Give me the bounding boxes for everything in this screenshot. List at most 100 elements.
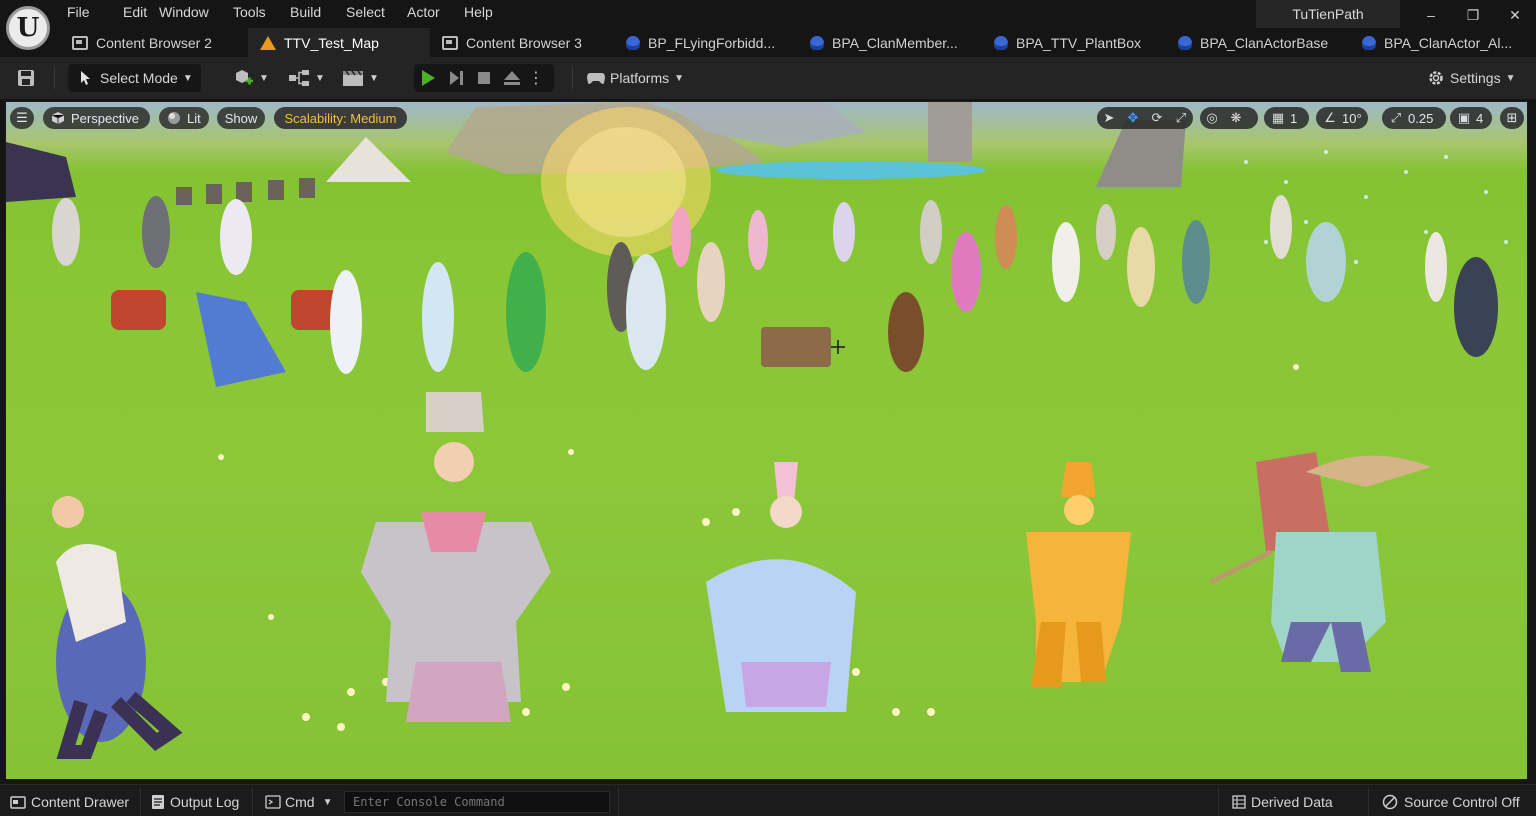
play-options-icon[interactable]: ⋮ xyxy=(526,64,546,92)
perspective-label: Perspective xyxy=(71,110,139,126)
derived-data-icon xyxy=(1232,795,1246,809)
scale-arrow-icon: ⤢ xyxy=(1390,110,1402,125)
add-cube-icon xyxy=(236,70,253,85)
blueprint-icon xyxy=(1362,35,1376,50)
status-divider xyxy=(140,787,141,815)
output-log-label: Output Log xyxy=(170,794,240,810)
select-mode-dropdown[interactable]: Select Mode ▼ xyxy=(68,64,201,92)
tab-label: BPA_TTV_PlantBox xyxy=(1016,34,1142,51)
level-map-icon xyxy=(260,35,276,50)
menu-select[interactable]: Select xyxy=(346,4,407,20)
tab-label: BP_FLyingForbidd... xyxy=(648,34,776,51)
toolbar-divider xyxy=(572,67,573,89)
menu-file[interactable]: File xyxy=(67,4,123,20)
chevron-down-icon: ▼ xyxy=(259,72,269,84)
step-icon[interactable] xyxy=(442,64,470,92)
blueprint-graph-icon xyxy=(289,70,309,86)
grid-snap-toggle[interactable]: ▦ 1 xyxy=(1264,107,1309,129)
platforms-dropdown[interactable]: Platforms ▼ xyxy=(586,64,684,92)
derived-data-button[interactable]: Derived Data xyxy=(1232,793,1333,811)
chevron-down-icon: ▼ xyxy=(315,72,325,84)
camera-speed-button[interactable]: ▣ 4 xyxy=(1450,107,1492,129)
transform-tools: ➤ ✥ ⟳ ⤢ xyxy=(1097,107,1193,129)
show-flags-button[interactable]: Show xyxy=(217,107,265,129)
viewport-menu-icon[interactable]: ☰ xyxy=(10,107,34,129)
viewport-layout-icon[interactable]: ⊞ xyxy=(1500,107,1524,129)
blueprint-icon xyxy=(1178,35,1192,50)
tab-bpa-clan-actor-al[interactable]: BPA_ClanActor_Al... xyxy=(1350,28,1536,57)
menu-tools[interactable]: Tools xyxy=(233,4,290,20)
play-controls: ⋮ xyxy=(414,64,554,92)
scale-snap-toggle[interactable]: ⤢ 0.25 xyxy=(1382,107,1446,129)
play-icon[interactable] xyxy=(414,64,442,92)
grid-icon: ▦ xyxy=(1271,110,1285,125)
tab-bpa-clan-member[interactable]: BPA_ClanMember... xyxy=(798,28,982,57)
tab-bpa-clan-actor-base[interactable]: BPA_ClanActorBase xyxy=(1166,28,1350,57)
settings-label: Settings xyxy=(1450,70,1501,86)
scale-icon[interactable]: ⤢ xyxy=(1169,107,1193,129)
platforms-label: Platforms xyxy=(610,70,670,86)
menu-build[interactable]: Build xyxy=(290,4,346,20)
select-cursor-icon[interactable]: ➤ xyxy=(1097,107,1121,129)
title-bar: U File Edit Window Tools Build Select Ac… xyxy=(0,0,1536,50)
translate-icon[interactable]: ✥ xyxy=(1121,107,1145,129)
cube-icon xyxy=(51,112,65,124)
save-icon[interactable] xyxy=(16,64,36,92)
level-viewport[interactable]: ☰ Perspective Lit Show Scalability: Medi… xyxy=(5,101,1528,780)
menu-help[interactable]: Help xyxy=(464,4,504,20)
unreal-logo-icon[interactable]: U xyxy=(6,6,50,50)
lit-sphere-icon xyxy=(168,112,180,124)
menu-edit[interactable]: Edit xyxy=(123,4,159,20)
coordinate-tools: ◎ ❋ xyxy=(1200,107,1258,129)
minimize-icon[interactable]: – xyxy=(1422,6,1440,24)
perspective-button[interactable]: Perspective xyxy=(43,107,150,129)
editor-tabs: Content Browser 2 TTV_Test_Map Content B… xyxy=(56,28,1536,57)
main-toolbar: Select Mode ▼ ▼ ▼ ▼ ⋮ Platforms ▼ Settin… xyxy=(0,57,1536,99)
scene-illustration xyxy=(6,102,1508,759)
tab-ttv-test-map[interactable]: TTV_Test_Map xyxy=(248,28,430,57)
chevron-down-icon: ▼ xyxy=(182,72,193,84)
source-control-button[interactable]: Source Control Off xyxy=(1382,793,1520,811)
tab-content-browser-2[interactable]: Content Browser 2 xyxy=(56,28,248,57)
menu-window[interactable]: Window xyxy=(159,4,233,20)
content-drawer-label: Content Drawer xyxy=(31,794,130,810)
restore-icon[interactable]: ❐ xyxy=(1464,6,1482,24)
scale-snap-value: 0.25 xyxy=(1408,110,1434,126)
view-mode-lit-button[interactable]: Lit xyxy=(159,107,209,129)
menu-actor[interactable]: Actor xyxy=(407,4,464,20)
content-drawer-button[interactable]: Content Drawer xyxy=(10,793,129,811)
rotate-icon[interactable]: ⟳ xyxy=(1145,107,1169,129)
surface-snap-icon[interactable]: ❋ xyxy=(1224,107,1248,129)
scalability-warning[interactable]: Scalability: Medium xyxy=(274,107,407,129)
add-actor-button[interactable]: ▼ xyxy=(232,64,269,92)
angle-icon: ∠ xyxy=(1324,110,1336,125)
tab-bpa-ttv-plantbox[interactable]: BPA_TTV_PlantBox xyxy=(982,28,1166,57)
tab-label: TTV_Test_Map xyxy=(284,34,379,51)
status-bar: Content Drawer Output Log Cmd ▼ Derived … xyxy=(0,784,1536,816)
chevron-down-icon: ▼ xyxy=(369,72,379,84)
world-local-icon[interactable]: ◎ xyxy=(1200,107,1224,129)
status-divider xyxy=(618,787,619,815)
settings-dropdown[interactable]: Settings ▼ xyxy=(1427,64,1516,92)
chevron-down-icon: ▼ xyxy=(674,72,685,84)
cinematics-button[interactable]: ▼ xyxy=(342,64,379,92)
rotation-snap-value: 10° xyxy=(1342,110,1362,126)
console-command-input[interactable] xyxy=(344,791,610,813)
close-icon[interactable]: ✕ xyxy=(1506,6,1524,24)
camera-speed-value: 4 xyxy=(1476,110,1484,126)
gear-icon xyxy=(1429,71,1443,85)
tab-content-browser-3[interactable]: Content Browser 3 xyxy=(430,28,614,57)
eject-icon[interactable] xyxy=(498,64,526,92)
rotation-snap-toggle[interactable]: ∠ 10° xyxy=(1316,107,1368,129)
tab-bp-flying-forbidden[interactable]: BP_FLyingForbidd... xyxy=(614,28,798,57)
select-mode-label: Select Mode xyxy=(100,70,178,86)
output-log-button[interactable]: Output Log xyxy=(151,793,239,811)
content-browser-icon xyxy=(72,35,88,50)
stop-icon[interactable] xyxy=(470,64,498,92)
cmd-dropdown[interactable]: Cmd ▼ xyxy=(265,793,332,811)
cmd-label: Cmd xyxy=(285,794,315,810)
blueprint-icon xyxy=(626,35,640,50)
log-icon xyxy=(152,795,164,809)
source-control-off-icon xyxy=(1382,794,1398,810)
blueprint-menu-button[interactable]: ▼ xyxy=(288,64,325,92)
